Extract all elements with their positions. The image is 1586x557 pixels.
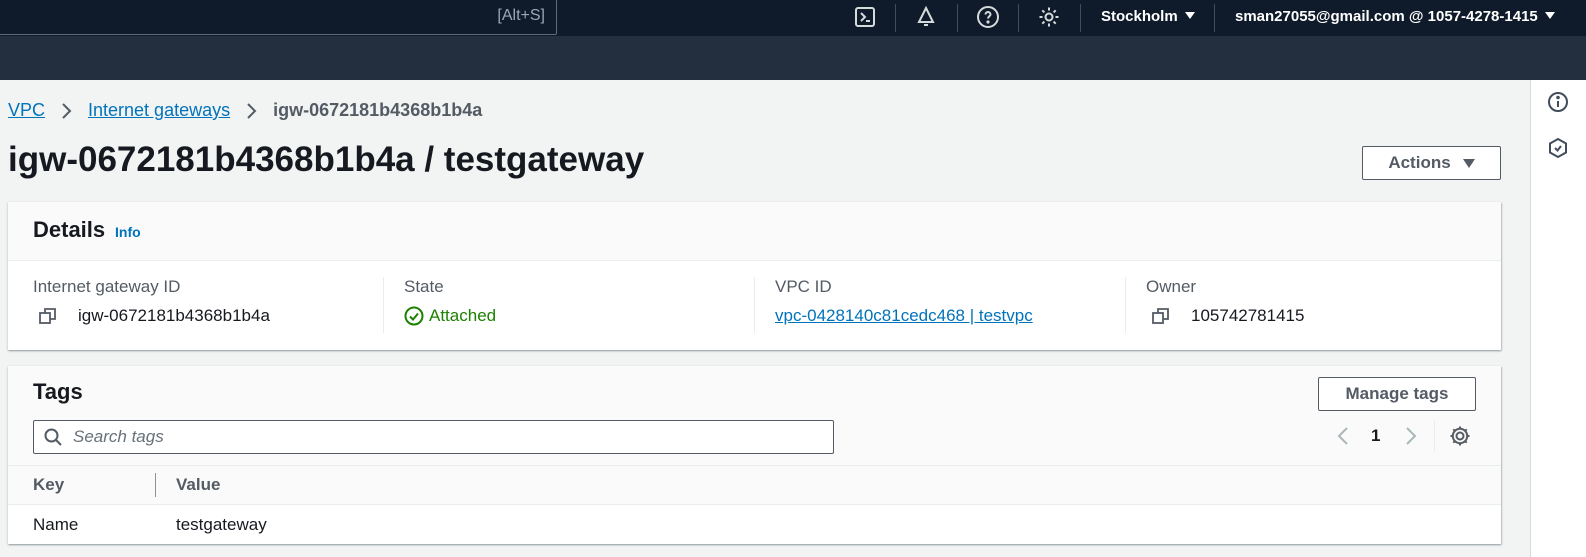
actions-label: Actions	[1388, 153, 1451, 172]
tags-table-header: Key Value	[8, 466, 1501, 505]
details-header: Details Info	[8, 202, 1501, 261]
owner-label: Owner	[1146, 277, 1197, 296]
vpc-id-field: VPC ID vpc-0428140c81cedc468 | testvpc	[775, 277, 1033, 333]
gear-icon[interactable]	[1449, 425, 1471, 447]
account-label: sman27055@gmail.com @ 1057-4278-1415	[1235, 8, 1538, 25]
pager-divider	[1434, 420, 1435, 452]
tags-title: Tags	[33, 379, 83, 404]
gateway-id-value: igw-0672181b4368b1b4a	[78, 306, 270, 325]
gateway-id-label: Internet gateway ID	[33, 277, 181, 296]
region-label: Stockholm	[1101, 8, 1178, 25]
breadcrumb-current: igw-0672181b4368b1b4a	[273, 100, 483, 120]
table-cell-key: Name	[33, 515, 79, 534]
check-circle-icon	[404, 306, 424, 326]
breadcrumb-vpc[interactable]: VPC	[8, 100, 45, 121]
caret-down-icon	[1462, 158, 1475, 168]
info-icon[interactable]	[1547, 91, 1569, 113]
vpc-id-link[interactable]: vpc-0428140c81cedc468 | testvpc	[775, 306, 1033, 326]
search-shortcut-hint: [Alt+S]	[497, 7, 545, 24]
column-divider	[383, 277, 384, 333]
nav-divider	[1018, 4, 1019, 32]
chevron-down-icon	[1184, 12, 1195, 19]
chevron-down-icon	[1544, 12, 1555, 19]
cloudshell-icon[interactable]	[853, 5, 877, 29]
column-divider	[1125, 277, 1126, 333]
nav-divider	[1080, 4, 1081, 32]
state-label: State	[404, 277, 444, 296]
chevron-right-icon	[244, 102, 258, 120]
breadcrumb: VPC Internet gateways igw-0672181b4368b1…	[8, 100, 482, 121]
info-link[interactable]: Info	[115, 224, 141, 240]
copy-icon[interactable]	[38, 306, 58, 326]
page-title: igw-0672181b4368b1b4a / testgateway	[8, 140, 645, 179]
tags-panel: Tags Manage tags 1 Key Value Name testga…	[8, 366, 1501, 544]
chevron-right-icon[interactable]	[1404, 426, 1418, 446]
feedback-icon[interactable]	[1547, 137, 1569, 159]
owner-value: 105742781415	[1191, 306, 1305, 325]
vpc-id-label: VPC ID	[775, 277, 832, 296]
column-header-value[interactable]: Value	[176, 475, 220, 495]
details-title: Details	[33, 217, 106, 242]
account-menu[interactable]: sman27055@gmail.com @ 1057-4278-1415	[1235, 8, 1555, 25]
search-tags-input[interactable]	[73, 427, 773, 447]
details-panel: Details Info Internet gateway ID igw-067…	[8, 202, 1501, 350]
top-bar: [Alt+S] Stockholm sman27055@gmail.com @ …	[0, 0, 1586, 36]
tools-rail	[1530, 80, 1586, 557]
chevron-left-icon[interactable]	[1336, 426, 1350, 446]
table-cell-value: testgateway	[176, 515, 267, 534]
nav-divider	[1214, 4, 1215, 32]
page-number[interactable]: 1	[1371, 426, 1380, 446]
actions-button[interactable]: Actions	[1362, 146, 1501, 180]
tags-header: Tags Manage tags 1	[8, 366, 1501, 466]
bell-icon[interactable]	[914, 5, 938, 29]
state-value: Attached	[429, 306, 497, 325]
search-icon	[43, 427, 63, 447]
column-header-key[interactable]: Key	[33, 475, 64, 495]
global-search-input[interactable]: [Alt+S]	[0, 0, 557, 35]
breadcrumb-internet-gateways[interactable]: Internet gateways	[88, 100, 230, 121]
top-navigation: [Alt+S] Stockholm sman27055@gmail.com @ …	[0, 0, 1586, 80]
chevron-right-icon	[59, 102, 73, 120]
region-selector[interactable]: Stockholm	[1101, 8, 1195, 25]
gateway-id-field: Internet gateway ID igw-0672181b4368b1b4…	[33, 277, 270, 333]
manage-tags-button[interactable]: Manage tags	[1318, 377, 1476, 411]
gear-icon[interactable]	[1037, 5, 1061, 29]
state-field: State Attached	[404, 277, 496, 333]
help-icon[interactable]	[976, 5, 1000, 29]
column-divider	[754, 277, 755, 333]
search-tags-field	[33, 420, 834, 454]
owner-field: Owner 105742781415	[1146, 277, 1304, 333]
nav-divider	[895, 4, 896, 32]
copy-icon[interactable]	[1151, 306, 1171, 326]
nav-divider	[957, 4, 958, 32]
column-resizer[interactable]	[155, 473, 156, 497]
